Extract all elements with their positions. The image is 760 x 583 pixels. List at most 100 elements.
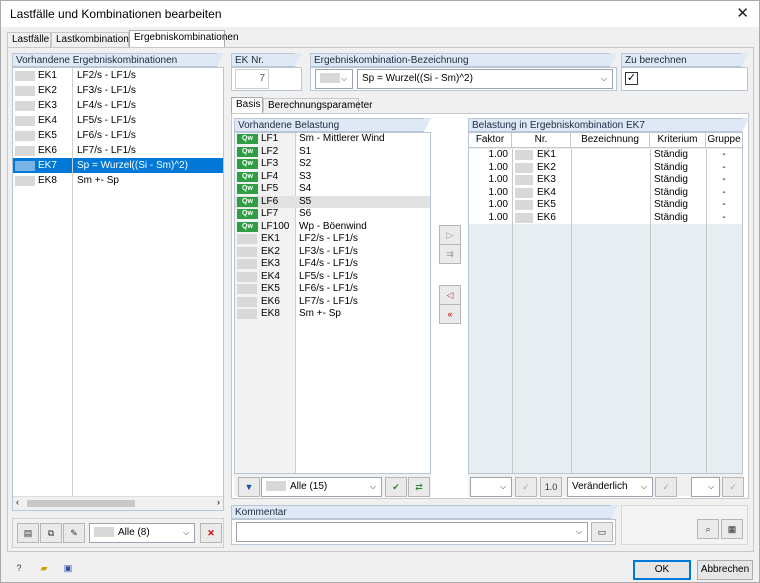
scroll-thumb[interactable] (27, 500, 135, 507)
cell-kriterium[interactable]: Ständig (654, 174, 688, 187)
list-item[interactable]: EK4 LF5/s - LF1/s (13, 113, 223, 128)
view-icon[interactable]: ⌕ (697, 519, 719, 539)
list-item[interactable]: EK3 LF4/s - LF1/s (13, 98, 223, 113)
vorhandene-filter-select[interactable]: Alle (15) ⌵ (261, 477, 382, 497)
transfer-icon[interactable]: ⇄ (408, 477, 430, 497)
list-item[interactable]: Qw LF2 S1 (235, 146, 430, 159)
cell-faktor[interactable]: 1.00 (469, 149, 508, 162)
cell-gruppe[interactable]: - (706, 212, 742, 225)
add-all-icon[interactable]: ⇉ (439, 244, 461, 264)
list-item[interactable]: EK7 Sp = Wurzel((Si - Sm)^2) (13, 158, 223, 173)
left-scrollbar[interactable]: ‹ › (13, 496, 223, 510)
apply-gruppe-icon[interactable]: ✓ (722, 477, 744, 497)
cell-gruppe[interactable]: - (706, 174, 742, 187)
cell-gruppe[interactable]: - (706, 149, 742, 162)
item-id: LF5 (261, 183, 279, 194)
list-item[interactable]: EK6 LF7/s - LF1/s (13, 143, 223, 158)
bezeichnung-select[interactable]: Sp = Wurzel((Si - Sm)^2) ⌵ (357, 69, 613, 89)
table-row[interactable]: 1.00 EK3 Ständig - (469, 174, 742, 187)
delete-icon[interactable]: ✕ (200, 523, 222, 543)
color-swatch (15, 176, 35, 186)
list-item[interactable]: EK8 Sm +- Sp (13, 173, 223, 188)
kommentar-browse-icon[interactable]: ▭ (591, 522, 613, 542)
list-item[interactable]: Qw LF100 Wp - Böenwind (235, 221, 430, 234)
left-filter-select[interactable]: Alle (8) ⌵ (89, 523, 195, 543)
list-item[interactable]: EK3 LF4/s - LF1/s (235, 258, 430, 271)
list-item[interactable]: EK1 LF2/s - LF1/s (13, 68, 223, 83)
list-item[interactable]: EK5 LF6/s - LF1/s (13, 128, 223, 143)
list-item[interactable]: Qw LF6 S5 (235, 195, 430, 208)
tab-lastkombinationen[interactable]: Lastkombinationen (51, 32, 140, 47)
list-item[interactable]: Qw LF4 S3 (235, 171, 430, 184)
list-item[interactable]: Qw LF3 S2 (235, 158, 430, 171)
zu-berechnen-checkbox[interactable]: ✓ (625, 72, 638, 85)
left-list: EK1 LF2/s - LF1/s EK2 LF3/s - LF1/s EK3 LF4/s… (12, 67, 224, 511)
item-id: LF4 (261, 170, 279, 182)
cell-kriterium[interactable]: Ständig (654, 199, 688, 212)
cell-gruppe[interactable]: - (706, 199, 742, 212)
list-item[interactable]: EK4 LF5/s - LF1/s (235, 271, 430, 284)
gruppe-select[interactable]: ⌵ (691, 477, 720, 497)
table-row[interactable]: 1.00 EK4 Ständig - (469, 187, 742, 200)
factor-one-button[interactable]: 1.0 (540, 477, 562, 497)
open-folder-icon[interactable]: ▰ (33, 559, 55, 579)
list-item[interactable]: EK1 LF2/s - LF1/s (235, 233, 430, 246)
list-item[interactable]: EK2 LF3/s - LF1/s (13, 83, 223, 98)
item-id: EK8 (38, 175, 57, 186)
cell-faktor[interactable]: 1.00 (469, 187, 508, 200)
cell-kriterium[interactable]: Ständig (654, 212, 688, 225)
tab-lastfaelle[interactable]: Lastfälle (7, 32, 51, 47)
ok-button[interactable]: OK (633, 560, 691, 580)
kriterium-select[interactable]: Veränderlich ⌵ (567, 477, 653, 497)
list-item[interactable]: Qw LF1 Sm - Mittlerer Wind (235, 133, 430, 146)
save-icon[interactable]: ▣ (57, 559, 79, 579)
color-select[interactable]: ⌵ (315, 69, 353, 89)
list-item[interactable]: Qw LF7 S6 (235, 208, 430, 221)
scroll-right-icon[interactable]: › (217, 497, 220, 507)
apply-faktor-icon[interactable]: ✓ (515, 477, 537, 497)
table-row[interactable]: 1.00 EK6 Ständig - (469, 212, 742, 225)
tab-basis[interactable]: Basis (231, 97, 263, 113)
cell-faktor[interactable]: 1.00 (469, 212, 508, 225)
remove-all-icon[interactable]: « (439, 304, 461, 324)
cancel-button[interactable]: Abbrechen (697, 560, 753, 580)
faktor-select[interactable]: ⌵ (470, 477, 512, 497)
cell-faktor[interactable]: 1.00 (469, 174, 508, 187)
cell-faktor[interactable]: 1.00 (469, 199, 508, 212)
apply-kriterium-icon[interactable]: ✓ (655, 477, 677, 497)
load-type-badge: Qw (237, 171, 258, 182)
cell-gruppe[interactable]: - (706, 187, 742, 200)
new-combination-icon[interactable]: ▤ (17, 523, 39, 543)
load-type-badge: Qw (237, 196, 258, 207)
list-item[interactable]: EK2 LF3/s - LF1/s (235, 246, 430, 259)
copy-combination-icon[interactable]: ⧉ (40, 523, 62, 543)
table-row[interactable]: 1.00 EK5 Ständig - (469, 199, 742, 212)
table-row[interactable]: 1.00 EK2 Ständig - (469, 162, 742, 175)
ek-nr-input[interactable]: 7 (235, 69, 269, 89)
cell-faktor[interactable]: 1.00 (469, 162, 508, 175)
list-item[interactable]: EK8 Sm +- Sp (235, 308, 430, 321)
list-item[interactable]: EK5 LF6/s - LF1/s (235, 283, 430, 296)
load-type-badge: Qw (237, 159, 258, 169)
cell-kriterium[interactable]: Ständig (654, 149, 688, 162)
list-item[interactable]: Qw LF5 S4 (235, 183, 430, 196)
rename-icon[interactable]: ✎ (63, 523, 85, 543)
table-row[interactable]: 1.00 EK1 Ständig - (469, 149, 742, 162)
cell-kriterium[interactable]: Ständig (654, 162, 688, 175)
cell-kriterium[interactable]: Ständig (654, 187, 688, 200)
ek-nr-label: EK Nr. (231, 53, 302, 67)
tab-ergebniskombinationen[interactable]: Ergebniskombinationen (129, 30, 239, 47)
kommentar-input[interactable]: ⌵ (236, 522, 588, 542)
item-desc: LF3/s - LF1/s (77, 85, 136, 96)
print-icon[interactable]: ▦ (721, 519, 743, 539)
scroll-left-icon[interactable]: ‹ (16, 497, 19, 507)
list-item[interactable]: EK6 LF7/s - LF1/s (235, 296, 430, 309)
cell-gruppe[interactable]: - (706, 162, 742, 175)
remove-selected-icon[interactable]: ◁ (439, 285, 461, 305)
help-icon[interactable]: ? (8, 559, 30, 579)
add-selected-icon[interactable]: ▷ (439, 225, 461, 245)
tab-berechnungsparameter[interactable]: Berechnungsparameter (263, 98, 373, 112)
close-icon[interactable]: ✕ (736, 4, 749, 22)
filter-icon[interactable]: ▼ (238, 477, 260, 497)
select-all-icon[interactable]: ✔ (385, 477, 407, 497)
